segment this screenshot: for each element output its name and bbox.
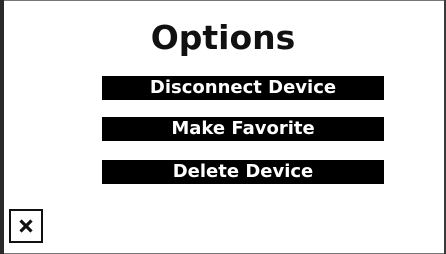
make-favorite-label: Make Favorite xyxy=(171,118,315,139)
close-icon xyxy=(19,219,33,233)
delete-device-label: Delete Device xyxy=(172,161,314,182)
disconnect-device-button[interactable]: Disconnect Device xyxy=(102,76,384,100)
close-button[interactable] xyxy=(9,209,43,243)
delete-device-button[interactable]: Delete Device xyxy=(102,160,384,184)
page-title: Options xyxy=(150,18,296,57)
make-favorite-button[interactable]: Make Favorite xyxy=(102,117,384,141)
options-screen: Options Disconnect Device Make Favorite … xyxy=(0,0,446,254)
top-border xyxy=(0,0,446,1)
disconnect-device-label: Disconnect Device xyxy=(149,77,337,98)
